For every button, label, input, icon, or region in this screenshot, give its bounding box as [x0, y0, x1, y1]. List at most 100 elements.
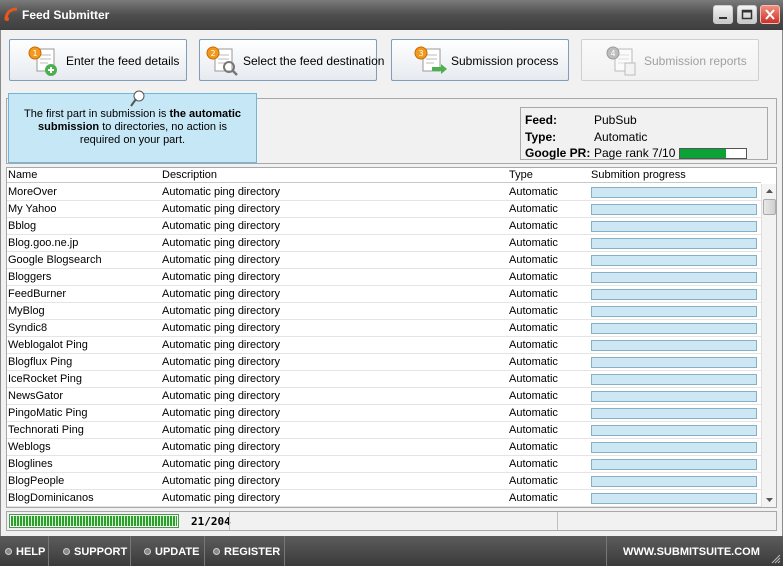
table-row[interactable]: Blogflux Ping Automatic ping directory Aut… [7, 354, 761, 371]
table-row[interactable]: BlogPeople Automatic ping directory Automa… [7, 473, 761, 490]
cell-type: Automatic [509, 356, 558, 368]
pagerank-label: Google PR: [525, 146, 591, 160]
scroll-thumb[interactable] [763, 199, 776, 215]
scroll-up-icon[interactable] [762, 184, 777, 198]
table-row[interactable]: Google Blogsearch Automatic ping director… [7, 252, 761, 269]
row-progress-bar [591, 289, 757, 300]
title-bar[interactable]: Feed Submitter [0, 0, 783, 30]
column-header-description[interactable]: Description [162, 169, 217, 181]
table-row[interactable]: Weblogs Automatic ping directory Automatic [7, 439, 761, 456]
table-row[interactable]: BlogDominicanos Automatic ping directory A… [7, 490, 761, 507]
cell-description: Automatic ping directory [162, 458, 280, 470]
support-label: SUPPORT [74, 546, 128, 558]
bullet-icon [144, 548, 151, 555]
hint-tooltip: The first part in submission is the auto… [8, 90, 257, 163]
register-link[interactable]: REGISTER [205, 536, 285, 566]
table-row[interactable]: IceRocket Ping Automatic ping directory Au… [7, 371, 761, 388]
minimize-icon [719, 17, 727, 19]
row-progress-bar [591, 255, 757, 266]
step-1-button[interactable]: 1 Enter the feed details [9, 39, 187, 81]
maximize-button[interactable] [737, 5, 757, 24]
cell-type: Automatic [509, 203, 558, 215]
cell-description: Automatic ping directory [162, 390, 280, 402]
table-row[interactable]: Technorati Ping Automatic ping directory A… [7, 422, 761, 439]
table-row[interactable]: NewsGator Automatic ping directory Automat… [7, 388, 761, 405]
close-button[interactable] [760, 5, 780, 24]
cell-description: Automatic ping directory [162, 254, 280, 266]
step-1-label: Enter the feed details [66, 54, 180, 68]
cell-name: Weblogs [8, 441, 51, 453]
step-3-label: Submission process [451, 54, 559, 68]
help-link[interactable]: HELP [0, 536, 49, 566]
cell-description: Automatic ping directory [162, 424, 280, 436]
cell-description: Automatic ping directory [162, 407, 280, 419]
app-logo-icon [4, 7, 18, 21]
row-progress-bar [591, 306, 757, 317]
table-row[interactable]: FeedBurner Automatic ping directory Automa… [7, 286, 761, 303]
pagerank-bar-fill [680, 149, 727, 158]
cell-type: Automatic [509, 407, 558, 419]
status-divider [229, 512, 230, 530]
cell-name: Bloggers [8, 271, 52, 283]
type-value: Automatic [594, 130, 648, 144]
step-3-button[interactable]: 3 Submission process [391, 39, 569, 81]
cell-type: Automatic [509, 424, 558, 436]
table-row[interactable]: Weblogalot Ping Automatic ping directory A… [7, 337, 761, 354]
column-header-type[interactable]: Type [509, 169, 533, 181]
step-4-button[interactable]: 4 Submission reports [581, 39, 759, 81]
feed-details-icon: 1 [28, 46, 57, 76]
column-header-name[interactable]: Name [8, 169, 37, 181]
row-progress-bar [591, 323, 757, 334]
table-row[interactable]: MoreOver Automatic ping directory Automati… [7, 184, 761, 201]
cell-description: Automatic ping directory [162, 475, 280, 487]
status-divider [557, 512, 558, 530]
cell-name: BlogDominicanos [8, 492, 94, 504]
row-progress-bar [591, 442, 757, 453]
cell-name: Syndic8 [8, 322, 48, 334]
row-progress-bar [591, 374, 757, 385]
support-link[interactable]: SUPPORT [49, 536, 131, 566]
feed-value: PubSub [594, 113, 637, 127]
vertical-scrollbar[interactable] [761, 184, 777, 507]
step-2-button[interactable]: 2 Select the feed destination [199, 39, 384, 81]
svg-text:1: 1 [32, 49, 37, 58]
cell-type: Automatic [509, 288, 558, 300]
cell-description: Automatic ping directory [162, 305, 280, 317]
cell-type: Automatic [509, 492, 558, 504]
row-progress-bar [591, 425, 757, 436]
table-row[interactable]: MyBlog Automatic ping directory Automatic [7, 303, 761, 320]
table-row[interactable]: Bblog Automatic ping directory Automatic [7, 218, 761, 235]
tooltip-text-start: The first part in submission is [23, 108, 170, 120]
table-row[interactable]: PingoMatic Ping Automatic ping directory A… [7, 405, 761, 422]
tooltip-text-end: to directories, no action is required on… [79, 121, 227, 146]
table-row[interactable]: My Yahoo Automatic ping directory Automati… [7, 201, 761, 218]
table-row[interactable]: Bloglines Automatic ping directory Automat… [7, 456, 761, 473]
cell-name: Google Blogsearch [8, 254, 102, 266]
cell-description: Automatic ping directory [162, 339, 280, 351]
scroll-down-icon[interactable] [762, 493, 777, 507]
website-link[interactable]: WWW.SUBMITSUITE.COM [606, 536, 783, 566]
cell-description: Automatic ping directory [162, 186, 280, 198]
submission-reports-icon: 4 [606, 46, 636, 76]
bullet-icon [213, 548, 220, 555]
update-link[interactable]: UPDATE [131, 536, 205, 566]
resize-grip-icon[interactable] [769, 552, 781, 564]
cell-description: Automatic ping directory [162, 220, 280, 232]
progress-count: 21/204 [191, 515, 231, 528]
svg-text:2: 2 [210, 49, 215, 58]
table-row[interactable]: Syndic8 Automatic ping directory Automatic [7, 320, 761, 337]
cell-type: Automatic [509, 237, 558, 249]
cell-name: Blogflux Ping [8, 356, 73, 368]
row-progress-bar [591, 221, 757, 232]
cell-type: Automatic [509, 458, 558, 470]
table-row[interactable]: Bloggers Automatic ping directory Automati… [7, 269, 761, 286]
cell-type: Automatic [509, 322, 558, 334]
cell-description: Automatic ping directory [162, 288, 280, 300]
minimize-button[interactable] [713, 5, 733, 24]
cell-type: Automatic [509, 186, 558, 198]
type-label: Type: [525, 130, 557, 144]
footer-bar: HELP SUPPORT UPDATE REGISTER WWW.SUBMITS… [0, 536, 783, 566]
column-header-progress[interactable]: Submition progress [591, 169, 686, 181]
table-row[interactable]: Blog.goo.ne.jp Automatic ping directory Au… [7, 235, 761, 252]
feed-destination-icon: 2 [206, 46, 238, 76]
